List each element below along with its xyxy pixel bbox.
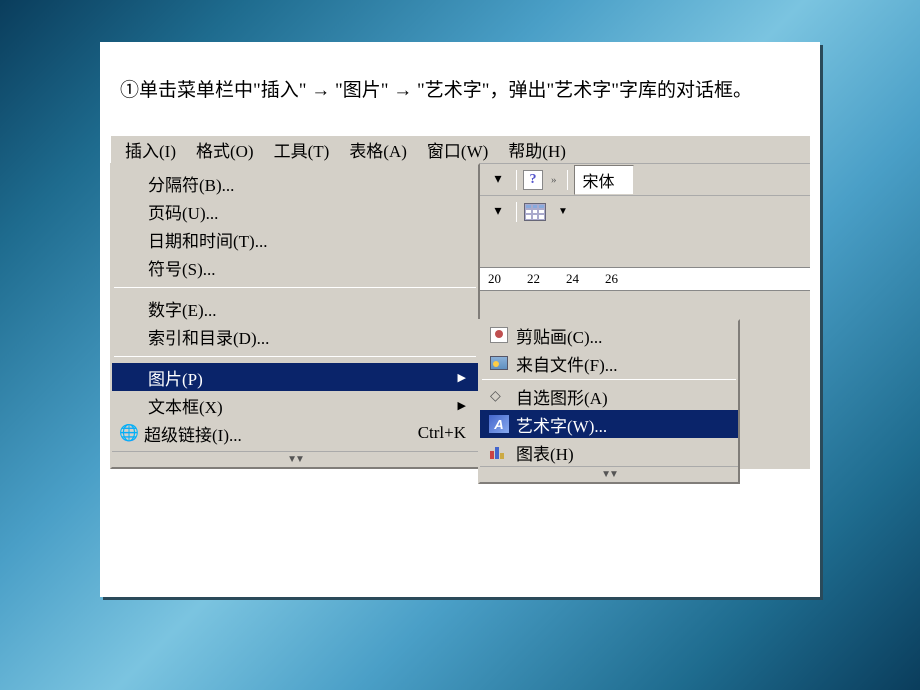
menu-label-picture: 图片(P) [148, 365, 458, 390]
help-icon[interactable]: ? [523, 170, 543, 190]
submenu-label-wordart: 艺术字(W)... [516, 412, 726, 437]
ruler: 20 22 24 26 [480, 267, 810, 291]
submenu-label-chart: 图表(H) [516, 440, 726, 465]
menu-item-date-time[interactable]: 日期和时间(T)... [112, 225, 478, 253]
menu-label-symbol: 符号(S)... [148, 255, 466, 280]
menu-item-separator[interactable]: 分隔符(B)... [112, 169, 478, 197]
menu-format[interactable]: 格式(O) [190, 135, 260, 164]
blank-icon [120, 201, 142, 221]
blank-icon [120, 367, 142, 387]
blank-icon [120, 257, 142, 277]
instruction-text: ①单击菜单栏中"插入" → "图片" → "艺术字"，弹出"艺术字"字库的对话框… [100, 42, 820, 135]
menu-expand-chevron-icon[interactable]: ▼▼ [480, 466, 738, 482]
from-file-icon [488, 353, 510, 373]
submenu-label-clipart: 剪贴画(C)... [516, 323, 726, 348]
slide-content: ①单击菜单栏中"插入" → "图片" → "艺术字"，弹出"艺术字"字库的对话框… [100, 42, 820, 597]
menu-shortcut-hyperlink: Ctrl+K [398, 423, 466, 443]
toolbar-overflow-icon[interactable]: » [547, 174, 561, 186]
submenu-item-autoshapes[interactable]: 自选图形(A) [480, 382, 738, 410]
menu-item-textbox[interactable]: 文本框(X) ▶ [112, 391, 478, 419]
blank-icon [120, 173, 142, 193]
dropdown-icon[interactable]: ▾ [486, 200, 510, 224]
menu-divider [114, 356, 476, 357]
insert-table-icon[interactable] [523, 200, 547, 224]
chart-icon [488, 442, 510, 462]
menu-item-picture[interactable]: 图片(P) ▶ [112, 363, 478, 391]
menu-label-number: 数字(E)... [148, 296, 466, 321]
blank-icon [120, 326, 142, 346]
menubar: 插入(I) 格式(O) 工具(T) 表格(A) 窗口(W) 帮助(H) [110, 135, 810, 163]
menu-item-hyperlink[interactable]: 🌐 超级链接(I)... Ctrl+K [112, 419, 478, 447]
menu-help[interactable]: 帮助(H) [502, 135, 572, 164]
menu-divider [114, 287, 476, 288]
ruler-mark: 22 [527, 271, 540, 287]
menu-item-symbol[interactable]: 符号(S)... [112, 253, 478, 281]
toolbar-row-2: ▾ ▼ [480, 195, 810, 227]
dropdown-arrow-icon[interactable]: ▼ [551, 200, 575, 224]
word-screenshot: 插入(I) 格式(O) 工具(T) 表格(A) 窗口(W) 帮助(H) 分隔符(… [110, 135, 810, 469]
submenu-item-wordart[interactable]: A 艺术字(W)... [480, 410, 738, 438]
blank-icon [120, 229, 142, 249]
menu-item-page-number[interactable]: 页码(U)... [112, 197, 478, 225]
menu-label-pagenumber: 页码(U)... [148, 199, 466, 224]
ruler-mark: 24 [566, 271, 579, 287]
ruler-mark: 26 [605, 271, 618, 287]
ruler-mark: 20 [488, 271, 501, 287]
toolbar-separator [516, 170, 517, 190]
submenu-arrow-icon: ▶ [458, 371, 466, 384]
toolbar-separator [516, 202, 517, 222]
menu-window[interactable]: 窗口(W) [421, 135, 494, 164]
submenu-label-autoshapes: 自选图形(A) [516, 384, 726, 409]
blank-icon [120, 395, 142, 415]
menu-insert[interactable]: 插入(I) [119, 135, 182, 164]
toolbar-separator [567, 170, 568, 190]
dropdown-icon[interactable]: ▾ [486, 168, 510, 192]
menu-label-separator: 分隔符(B)... [148, 171, 466, 196]
menu-label-indextoc: 索引和目录(D)... [148, 324, 466, 349]
submenu-item-chart[interactable]: 图表(H) [480, 438, 738, 466]
menu-label-hyperlink: 超级链接(I)... [144, 421, 398, 446]
submenu-arrow-icon: ▶ [458, 399, 466, 412]
menu-divider [482, 379, 736, 380]
menu-expand-chevron-icon[interactable]: ▼▼ [112, 451, 478, 467]
menu-item-number[interactable]: 数字(E)... [112, 294, 478, 322]
picture-submenu: 剪贴画(C)... 来自文件(F)... 自选图形(A) A 艺术字(W)...… [478, 319, 740, 484]
menu-item-index-toc[interactable]: 索引和目录(D)... [112, 322, 478, 350]
autoshapes-icon [488, 386, 510, 406]
menu-table[interactable]: 表格(A) [343, 135, 413, 164]
toolbar-row-1: ▾ ? » 宋体 [480, 163, 810, 195]
font-name-selector[interactable]: 宋体 [574, 165, 634, 195]
menu-tools[interactable]: 工具(T) [268, 135, 336, 164]
hyperlink-icon: 🌐 [120, 425, 138, 441]
submenu-item-clipart[interactable]: 剪贴画(C)... [480, 321, 738, 349]
submenu-item-from-file[interactable]: 来自文件(F)... [480, 349, 738, 377]
wordart-icon: A [488, 414, 510, 434]
submenu-label-fromfile: 来自文件(F)... [516, 351, 726, 376]
blank-icon [120, 298, 142, 318]
menu-label-datetime: 日期和时间(T)... [148, 227, 466, 252]
insert-dropdown-menu: 分隔符(B)... 页码(U)... 日期和时间(T)... 符号(S)... [110, 163, 480, 469]
clipart-icon [488, 325, 510, 345]
menu-label-textbox: 文本框(X) [148, 393, 458, 418]
